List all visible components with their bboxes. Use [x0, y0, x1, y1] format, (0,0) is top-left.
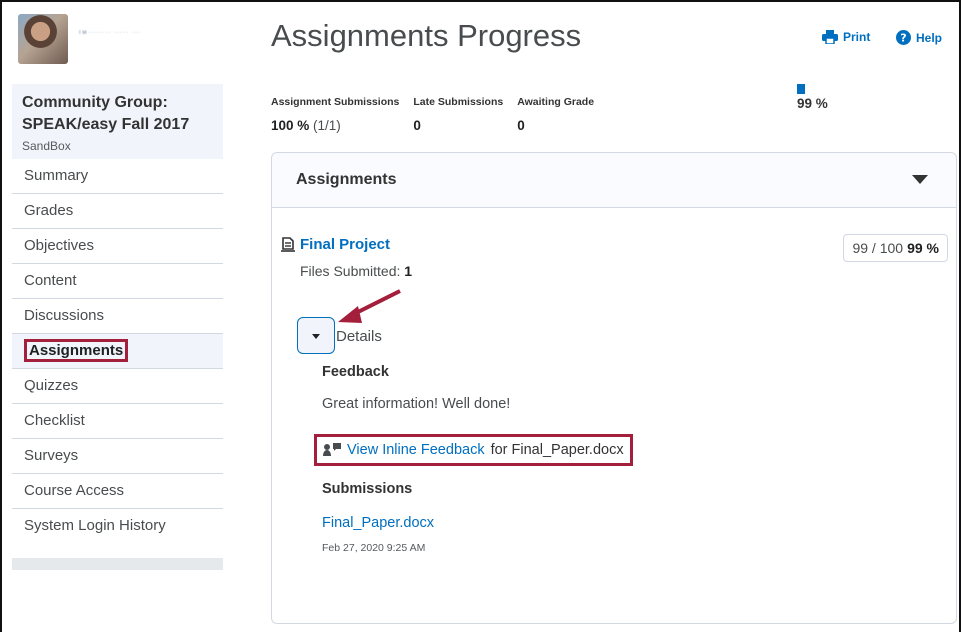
- help-icon: ?: [896, 30, 911, 45]
- details-toggle-button[interactable]: [297, 317, 335, 354]
- feedback-text: Great information! Well done!: [322, 396, 511, 412]
- files-submitted: Files Submitted: 1: [300, 263, 412, 279]
- sidebar-item-label: Summary: [24, 167, 89, 184]
- sidebar-item-label: Quizzes: [24, 377, 79, 394]
- panel-header[interactable]: Assignments: [272, 153, 956, 208]
- submission-file-link[interactable]: Final_Paper.docx: [322, 515, 434, 531]
- sidebar-item-label: Grades: [24, 202, 74, 219]
- arrow-annotation: [338, 289, 401, 323]
- inline-feedback-icon: [323, 443, 341, 456]
- svg-text:?: ?: [900, 32, 906, 45]
- assignment-title-label: Final Project: [300, 236, 391, 253]
- assignments-panel: Assignments Final Project Files Submitte…: [271, 152, 957, 624]
- score-box: 99 / 100 99 %: [843, 234, 948, 262]
- sidebar-item-label: Objectives: [24, 237, 95, 254]
- org-block: Community Group: SPEAK/easy Fall 2017 Sa…: [12, 84, 223, 159]
- sidebar-nav: Summary Grades Objectives Content Discus…: [12, 159, 223, 543]
- stat-label: Late Submissions: [413, 96, 504, 108]
- stat-late: Late Submissions 0: [413, 96, 503, 133]
- sidebar-item-label: Content: [24, 272, 77, 289]
- stat-submissions: Assignment Submissions 100 % (1/1): [271, 96, 399, 133]
- score-percent: 99 %: [907, 240, 939, 256]
- sidebar: Тм········ ····· ··· Community Group: SP…: [12, 8, 223, 570]
- chevron-down-icon[interactable]: [912, 175, 928, 184]
- sidebar-item-quizzes[interactable]: Quizzes: [12, 369, 223, 404]
- submissions-heading: Submissions: [322, 481, 413, 497]
- sidebar-footer: [12, 558, 223, 570]
- inline-feedback-file: for Final_Paper.docx: [490, 442, 624, 458]
- sidebar-item-label: Assignments: [24, 339, 129, 362]
- printer-icon: [822, 30, 838, 44]
- org-subtitle: SandBox: [22, 139, 71, 153]
- sidebar-item-course-access[interactable]: Course Access: [12, 474, 223, 509]
- sidebar-item-summary[interactable]: Summary: [12, 159, 223, 194]
- assignment-title[interactable]: Final Project: [281, 236, 390, 253]
- submissions-percent: 100 %: [271, 118, 310, 133]
- sidebar-item-label: Course Access: [24, 482, 125, 499]
- sidebar-item-objectives[interactable]: Objectives: [12, 229, 223, 264]
- user-name-blurred: Тм········ ····· ···: [78, 30, 141, 36]
- stat-value: 100 % (1/1): [271, 118, 399, 133]
- sidebar-item-label: Checklist: [24, 412, 85, 429]
- help-button[interactable]: ? Help: [896, 30, 942, 45]
- overall-progress: 99 %: [797, 84, 828, 111]
- details-label[interactable]: Details: [336, 328, 382, 345]
- avatar[interactable]: [18, 14, 68, 64]
- sidebar-item-content[interactable]: Content: [12, 264, 223, 299]
- files-label: Files Submitted:: [300, 263, 401, 279]
- stat-label: Awaiting Grade: [517, 96, 595, 108]
- submission-date: Feb 27, 2020 9:25 AM: [322, 542, 426, 554]
- page-title: Assignments Progress: [271, 18, 582, 53]
- sidebar-item-grades[interactable]: Grades: [12, 194, 223, 229]
- sidebar-item-label: Discussions: [24, 307, 105, 324]
- assignment-icon: [281, 237, 295, 252]
- score-fraction: 99 / 100: [852, 240, 904, 256]
- panel-title: Assignments: [296, 171, 397, 188]
- org-title[interactable]: Community Group: SPEAK/easy Fall 2017: [22, 92, 213, 136]
- stat-value: 0: [517, 118, 525, 133]
- print-button[interactable]: Print: [822, 30, 870, 44]
- stats-row: Assignment Submissions 100 % (1/1) Late …: [271, 96, 594, 133]
- user-bar: Тм········ ····· ···: [12, 8, 223, 68]
- files-count: 1: [404, 263, 413, 279]
- view-inline-feedback-link[interactable]: View Inline Feedback: [347, 442, 485, 458]
- stat-awaiting: Awaiting Grade 0: [517, 96, 594, 133]
- sidebar-item-checklist[interactable]: Checklist: [12, 404, 223, 439]
- sidebar-item-surveys[interactable]: Surveys: [12, 439, 223, 474]
- sidebar-item-label: System Login History: [24, 517, 166, 534]
- help-label: Help: [916, 30, 943, 45]
- overall-percent: 99 %: [797, 96, 828, 111]
- stat-label: Assignment Submissions: [271, 96, 400, 108]
- sidebar-item-system-login-history[interactable]: System Login History: [12, 509, 223, 543]
- print-label: Print: [843, 30, 871, 44]
- progress-bar: [797, 84, 805, 94]
- feedback-heading: Feedback: [322, 364, 389, 380]
- sidebar-item-discussions[interactable]: Discussions: [12, 299, 223, 334]
- submissions-fraction: (1/1): [313, 118, 341, 133]
- sidebar-item-label: Surveys: [24, 447, 79, 464]
- sidebar-item-assignments[interactable]: Assignments: [12, 334, 223, 369]
- stat-value: 0: [413, 118, 421, 133]
- inline-feedback-row: View Inline Feedback for Final_Paper.doc…: [314, 434, 633, 466]
